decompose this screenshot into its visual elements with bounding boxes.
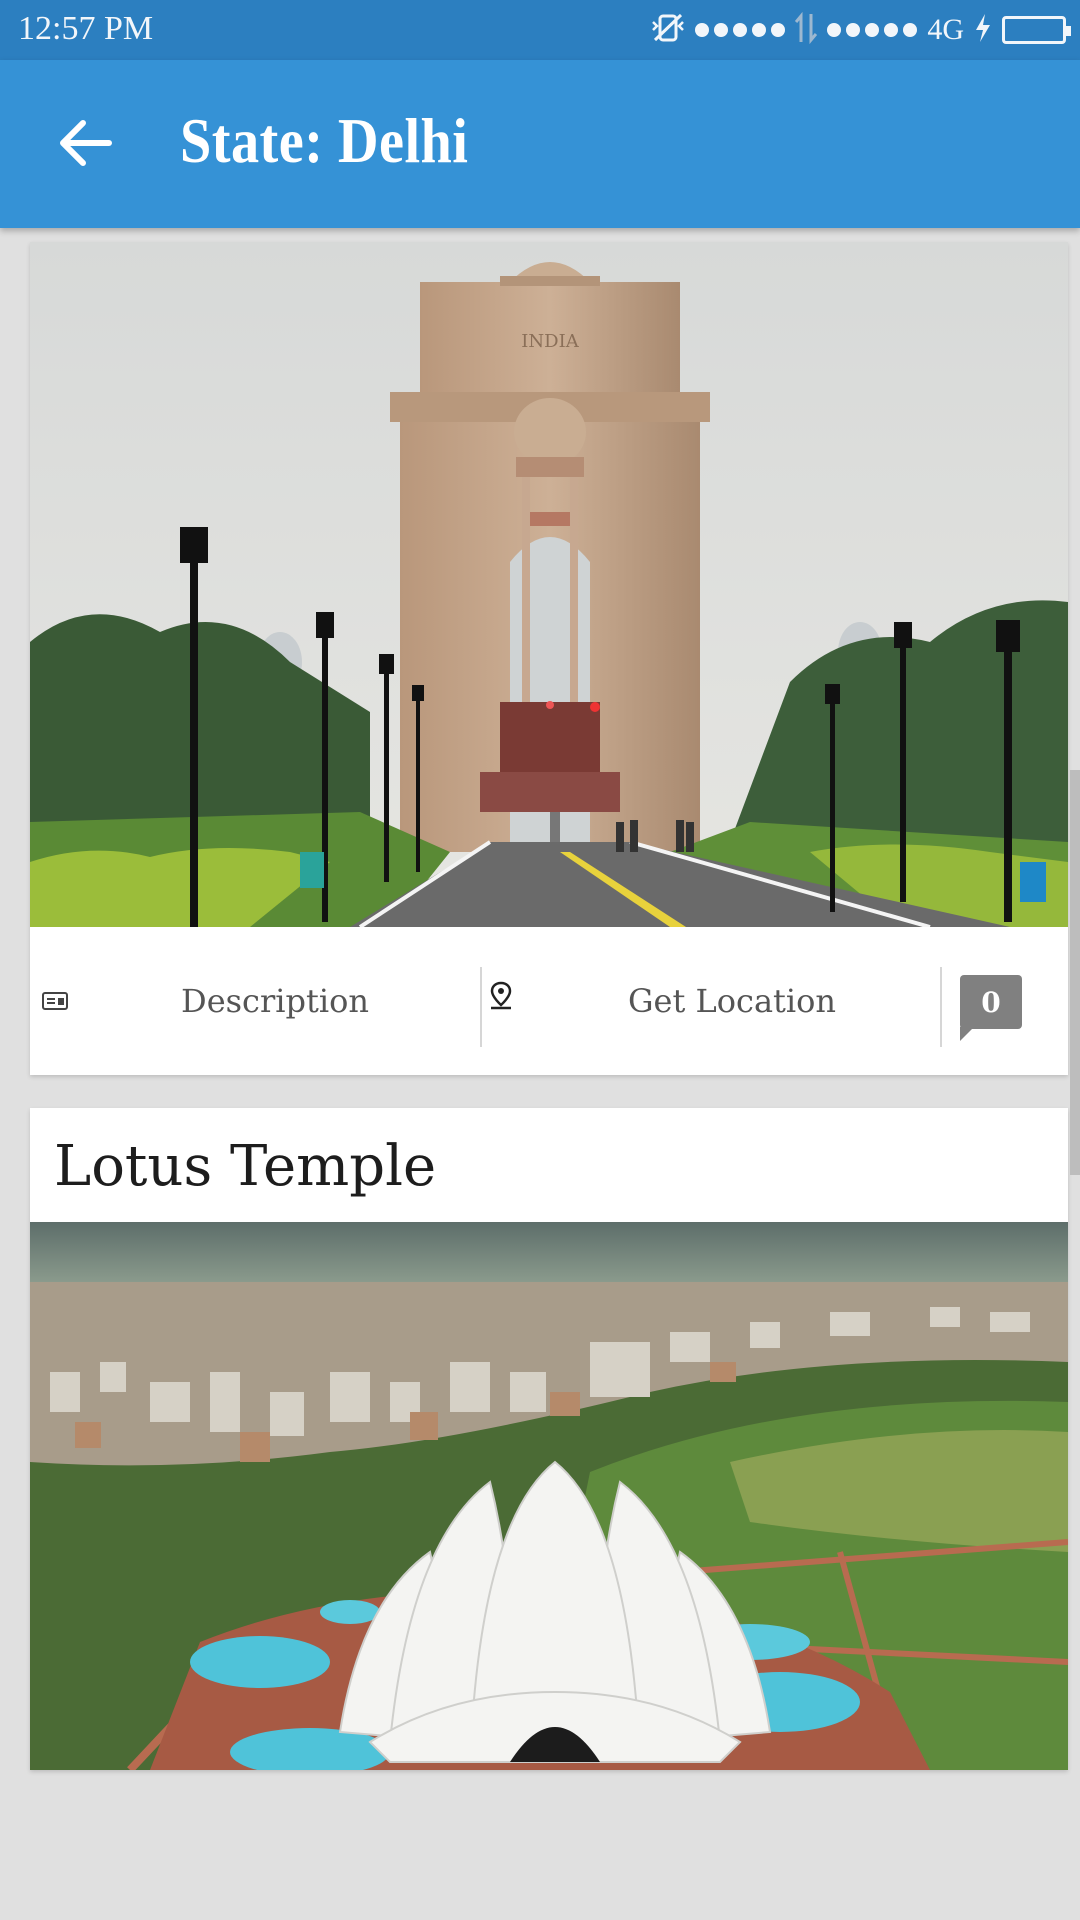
place-photo[interactable] (30, 1222, 1068, 1770)
description-button[interactable]: Description (30, 927, 480, 1075)
data-transfer-icon (795, 11, 818, 49)
location-pin-icon (488, 981, 514, 1010)
status-bar: 12:57 PM 4G (0, 0, 1080, 60)
get-location-button[interactable]: Get Location (482, 927, 942, 1075)
divider (940, 967, 942, 1047)
arrow-left-icon (57, 118, 113, 172)
status-time: 12:57 PM (18, 10, 154, 47)
signal-dots-icon (695, 23, 786, 37)
app-bar: State: Delhi (0, 60, 1080, 228)
status-icons: 4G (651, 11, 1071, 49)
place-title[interactable]: Lotus Temple (54, 1134, 436, 1199)
description-icon (42, 987, 68, 1015)
back-button[interactable] (40, 110, 130, 180)
comment-count: 0 (981, 985, 1001, 1019)
comment-count-button[interactable]: 0 (960, 975, 1022, 1029)
charging-icon (974, 13, 992, 48)
place-actions: Description Get Location (30, 927, 1068, 1075)
network-type: 4G (927, 13, 964, 46)
comment-bubble-tail (960, 1027, 974, 1041)
place-photo[interactable]: INDIA (30, 242, 1068, 927)
description-label: Description (181, 982, 369, 1020)
svg-text:INDIA: INDIA (521, 331, 579, 352)
scrollbar-thumb[interactable] (1070, 770, 1080, 1175)
place-card: INDIA Description Get Location (30, 242, 1068, 1075)
signal-dots-icon (827, 23, 918, 37)
get-location-label: Get Location (627, 982, 836, 1020)
battery-icon (1002, 16, 1071, 44)
place-card: Lotus Temple (30, 1108, 1068, 1770)
vibrate-off-icon (651, 12, 685, 49)
page-title: State: Delhi (180, 105, 469, 176)
